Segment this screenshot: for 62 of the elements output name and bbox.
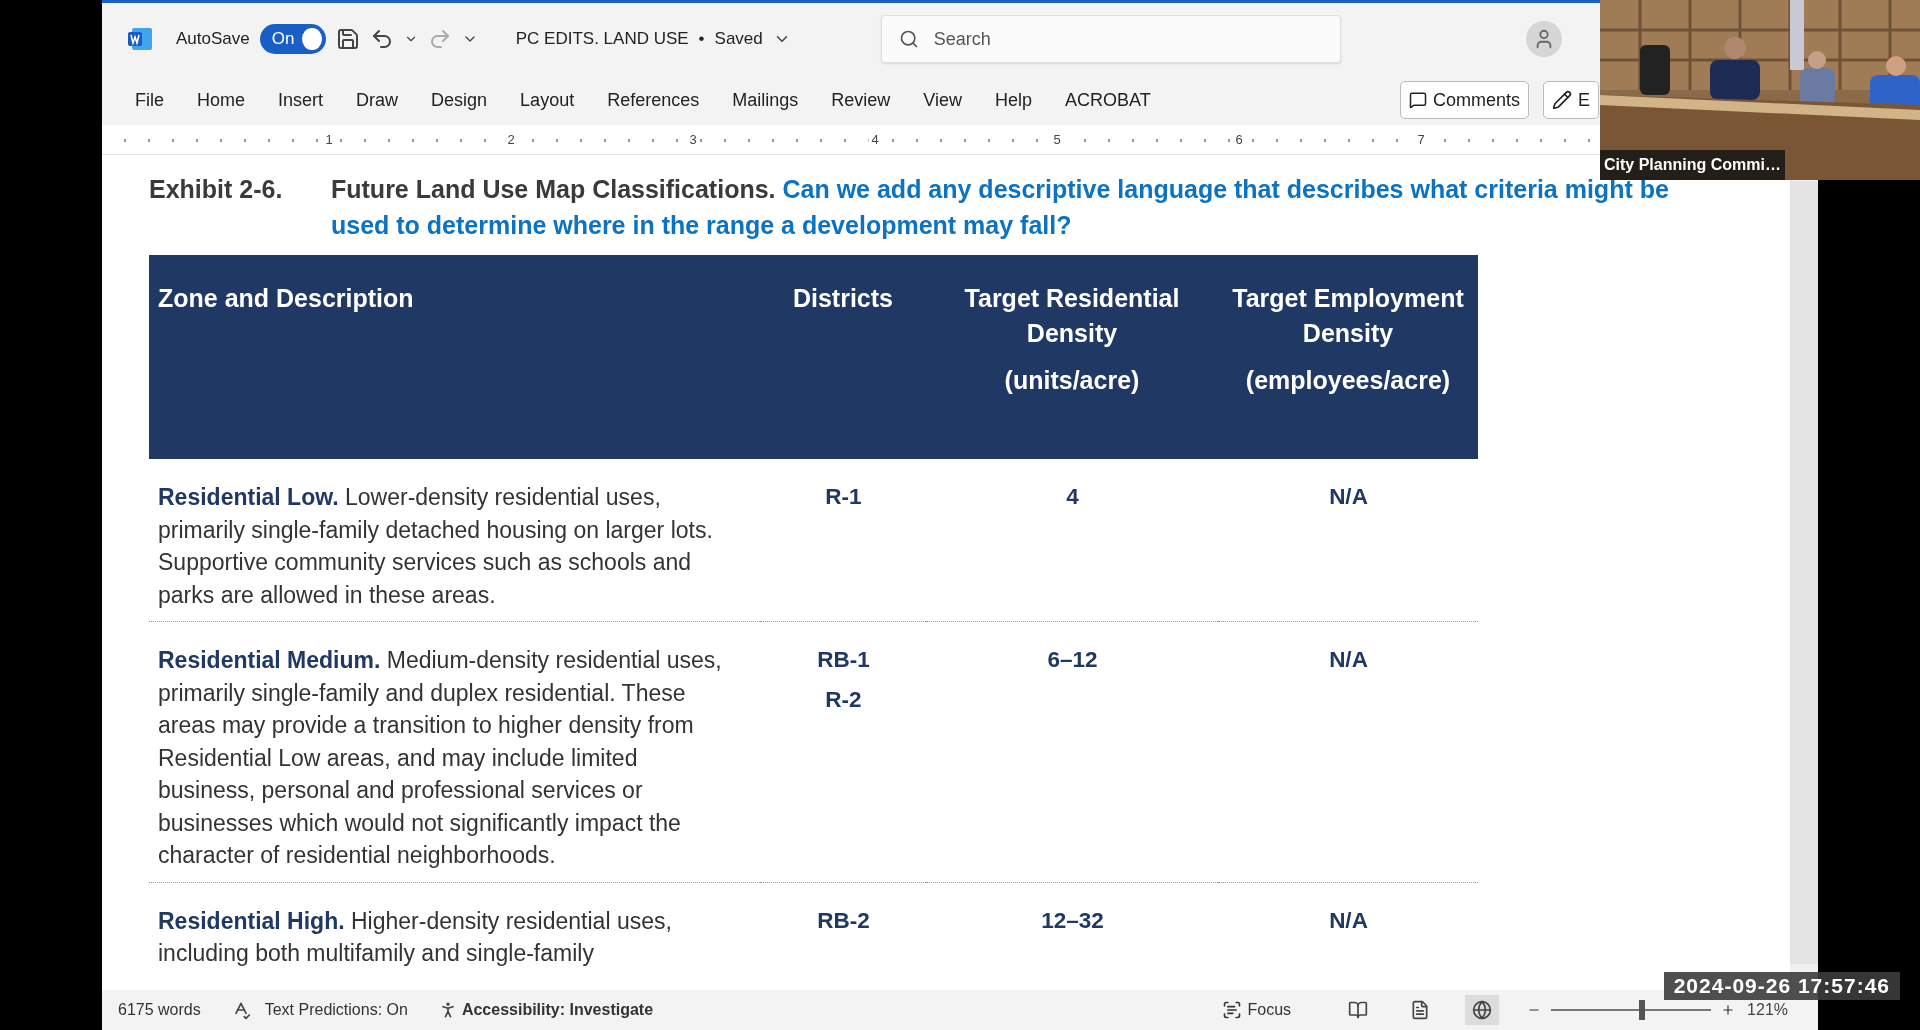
accessibility-status[interactable]: Accessibility: Investigate <box>461 1001 654 1019</box>
ribbon-tab[interactable]: Home <box>197 83 246 117</box>
employment-density: N/A <box>1329 906 1368 935</box>
employment-density: N/A <box>1329 646 1368 674</box>
column-title: Target Residential Density <box>963 283 1181 349</box>
ribbon-tab[interactable]: Layout <box>520 83 575 117</box>
ribbon-tab[interactable]: Insert <box>278 83 324 117</box>
residential-density: 12–32 <box>1041 906 1104 935</box>
comment-icon <box>1409 91 1427 109</box>
district-code: RB-2 <box>817 906 870 935</box>
read-mode-icon <box>1348 1000 1369 1020</box>
employment-density: N/A <box>1329 483 1368 511</box>
editing-button[interactable]: E <box>1543 81 1600 119</box>
ribbon-tab[interactable]: Draw <box>356 83 399 117</box>
comments-button[interactable]: Comments <box>1400 81 1530 119</box>
timestamp: 2024-09-26 17:57:46 <box>1663 972 1900 1000</box>
text-predictions-status[interactable]: Text Predictions: On <box>264 1001 408 1019</box>
column-title: Districts <box>792 283 893 314</box>
column-title: Zone and Description <box>158 283 414 314</box>
ruler-number: 4 <box>868 132 882 147</box>
column-unit: (employees/acre) <box>1245 365 1451 396</box>
ribbon-tab[interactable]: Review <box>831 83 891 117</box>
view-button[interactable] <box>1465 995 1500 1025</box>
ribbon-tab[interactable]: Mailings <box>732 83 799 117</box>
focus-icon <box>1221 1000 1242 1020</box>
zone-description: Residential High. Higher-density residential uses, including both multifamily and single-family <box>158 906 673 968</box>
autosave-label: AutoSave <box>176 29 250 49</box>
district-code: RB-1 <box>817 646 870 674</box>
user-avatar-icon[interactable] <box>1525 21 1562 57</box>
column-unit: (units/acre) <box>1004 365 1140 396</box>
ribbon-tab[interactable]: File <box>135 83 164 117</box>
ribbon-tab[interactable]: References <box>607 83 700 117</box>
zoom-in-icon[interactable] <box>1721 1003 1736 1017</box>
exhibit-label: Exhibit 2-6. <box>149 174 284 205</box>
ribbon-tab[interactable]: Help <box>995 83 1032 117</box>
save-status[interactable]: Saved <box>714 29 763 49</box>
zone-description: Residential Medium. Medium-density residential uses, primarily single-family and duplex residential. These areas may provide a transition to higher density from Residential Low areas, and may include limited business, personal and professional services or businesses which would not significantly impact the character of residential neighborhoods. <box>158 646 723 870</box>
residential-density: 6–12 <box>1047 646 1098 674</box>
residential-density: 4 <box>1066 483 1079 511</box>
ribbon-tab[interactable]: View <box>923 83 962 117</box>
zone-description: Residential Low. Lower-density residential uses, primarily single-family detached housing on larger lots. Supportive community services such as schools and parks are allowed in these areas. <box>158 483 714 610</box>
column-title: Target Employment Density <box>1231 283 1465 349</box>
word-logo-icon <box>126 25 154 53</box>
scroll-bar[interactable] <box>1790 181 1818 964</box>
video-caption: City Planning Commi… <box>1600 150 1785 180</box>
district-code: R-2 <box>825 685 862 714</box>
search-icon <box>898 29 919 49</box>
document-title: PC EDITS. LAND USE <box>515 29 689 49</box>
save-icon[interactable] <box>335 27 360 51</box>
pencil-icon <box>1552 90 1573 110</box>
print-layout-icon <box>1410 1000 1431 1020</box>
zoom-level[interactable]: 121% <box>1747 1001 1788 1019</box>
ribbon-tab[interactable]: ACROBAT <box>1065 83 1151 117</box>
focus-button[interactable]: Focus <box>1215 999 1298 1021</box>
web-layout-icon <box>1472 1000 1493 1020</box>
ribbon-tab[interactable]: Design <box>431 83 488 117</box>
search-field[interactable]: Search <box>880 15 1341 63</box>
zoom-thumb[interactable] <box>1639 1000 1646 1020</box>
word-count[interactable]: 6175 words <box>118 1001 201 1019</box>
autosave-toggle[interactable]: On <box>259 24 326 54</box>
title-separator: • <box>698 29 705 49</box>
district-code: R-1 <box>825 483 862 511</box>
